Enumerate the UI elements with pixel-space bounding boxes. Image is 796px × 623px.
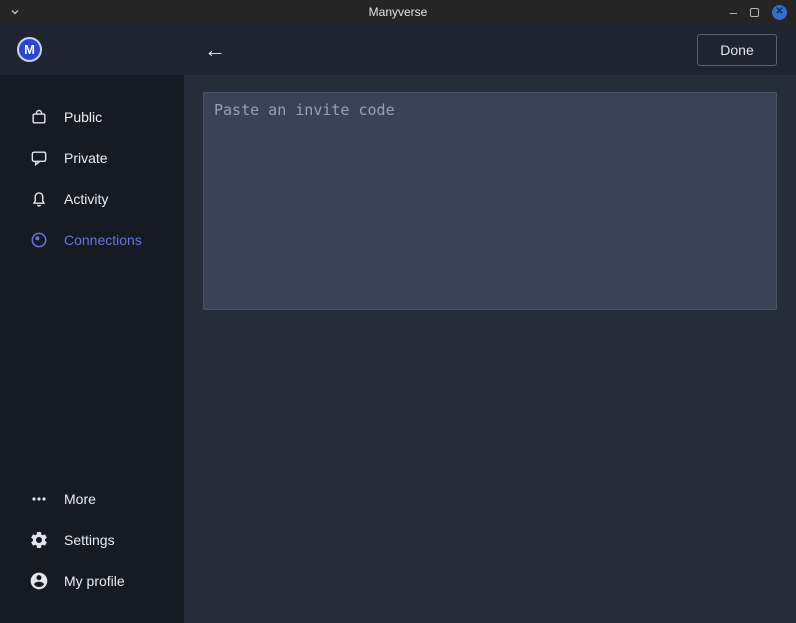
sidebar-item-private[interactable]: Private bbox=[0, 137, 184, 178]
sidebar-item-public[interactable]: Public bbox=[0, 96, 184, 137]
manyverse-window: Manyverse – ✕ M ← Done Public bbox=[0, 0, 796, 623]
sidebar-item-label: Private bbox=[64, 150, 108, 166]
sidebar-spacer bbox=[0, 260, 184, 478]
sidebar-item-label: Connections bbox=[64, 232, 142, 248]
window-menu-chevron-icon[interactable] bbox=[9, 6, 21, 18]
private-icon bbox=[29, 148, 49, 168]
main-content bbox=[184, 75, 796, 623]
sidebar-item-more[interactable]: More bbox=[0, 478, 184, 519]
window-controls: – ✕ bbox=[730, 5, 796, 20]
settings-gear-icon bbox=[29, 530, 49, 550]
header-left: M bbox=[0, 37, 184, 62]
minimize-button[interactable]: – bbox=[730, 6, 737, 19]
sidebar-item-label: More bbox=[64, 491, 96, 507]
sidebar-item-connections[interactable]: Connections bbox=[0, 219, 184, 260]
sidebar-item-label: Public bbox=[64, 109, 102, 125]
close-button[interactable]: ✕ bbox=[772, 5, 787, 20]
invite-code-input[interactable] bbox=[203, 92, 777, 310]
sidebar-item-my-profile[interactable]: My profile bbox=[0, 560, 184, 601]
sidebar-item-activity[interactable]: Activity bbox=[0, 178, 184, 219]
manyverse-logo-icon[interactable]: M bbox=[17, 37, 42, 62]
public-icon bbox=[29, 107, 49, 127]
sidebar-item-label: My profile bbox=[64, 573, 125, 589]
app-header: M ← Done bbox=[0, 24, 796, 75]
sidebar-item-label: Activity bbox=[64, 191, 108, 207]
profile-person-icon bbox=[29, 571, 49, 591]
more-ellipsis-icon bbox=[29, 489, 49, 509]
sidebar: Public Private Activit bbox=[0, 75, 184, 623]
back-arrow-icon[interactable]: ← bbox=[204, 39, 226, 61]
connections-icon bbox=[29, 230, 49, 250]
done-button[interactable]: Done bbox=[697, 34, 777, 66]
window-title: Manyverse bbox=[0, 5, 796, 19]
restore-button[interactable] bbox=[750, 8, 759, 17]
sidebar-item-label: Settings bbox=[64, 532, 115, 548]
titlebar: Manyverse – ✕ bbox=[0, 0, 796, 24]
sidebar-item-settings[interactable]: Settings bbox=[0, 519, 184, 560]
app-body: Public Private Activit bbox=[0, 75, 796, 623]
activity-bell-icon bbox=[29, 189, 49, 209]
